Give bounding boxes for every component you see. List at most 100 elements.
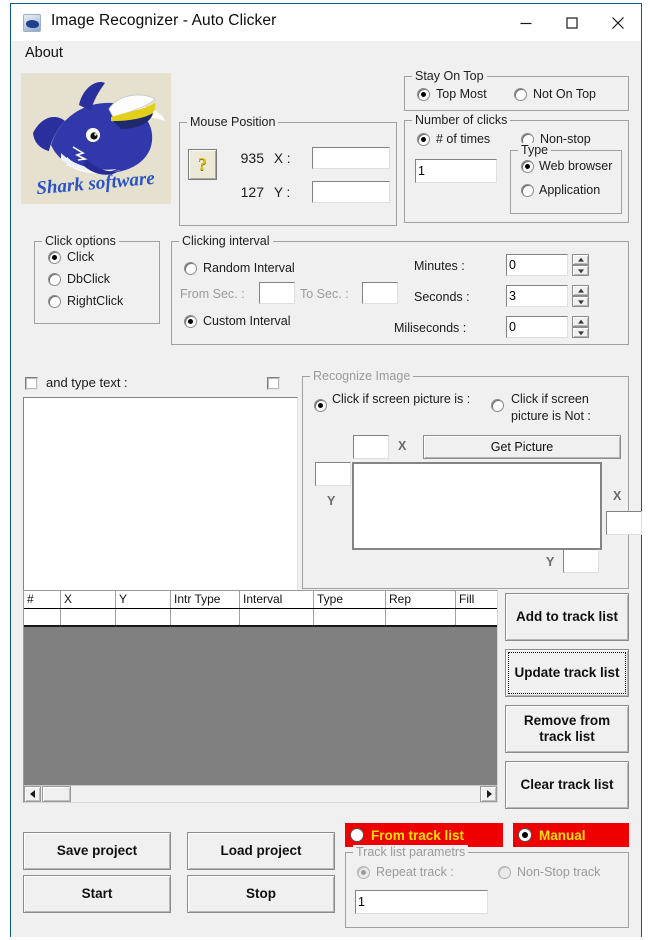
- secondary-option-checkbox[interactable]: [267, 377, 280, 390]
- get-picture-button[interactable]: Get Picture: [423, 435, 621, 459]
- recognize-image-group: Recognize Image Click if screen picture …: [302, 369, 642, 589]
- label-dbclick: DbClick: [67, 272, 111, 286]
- minutes-spinner-down[interactable]: [572, 265, 589, 276]
- minutes-spinner[interactable]: [572, 254, 589, 276]
- miliseconds-spinner-up[interactable]: [572, 316, 589, 327]
- picture-left-y-input[interactable]: [315, 462, 351, 486]
- label-miliseconds: Miliseconds :: [394, 321, 467, 335]
- update-track-list-button[interactable]: Update track list: [505, 649, 629, 697]
- click-count-input[interactable]: [415, 159, 497, 183]
- manual-mode-button[interactable]: Manual: [513, 823, 629, 847]
- add-to-track-list-button[interactable]: Add to track list: [505, 593, 629, 641]
- remove-from-track-list-button[interactable]: Remove from track list: [505, 705, 629, 753]
- radio-rightclick[interactable]: [48, 295, 61, 308]
- track-list-hscrollbar[interactable]: [24, 785, 497, 802]
- seconds-spinner-down[interactable]: [572, 296, 589, 307]
- clear-track-list-button[interactable]: Clear track list: [505, 761, 629, 809]
- label-to-sec: To Sec. :: [300, 287, 349, 301]
- track-list-parameters-title: Track list parametrs: [353, 845, 469, 859]
- miliseconds-spinner-down[interactable]: [572, 327, 589, 338]
- repeat-track-input[interactable]: [355, 890, 488, 914]
- from-track-list-radio[interactable]: [350, 828, 364, 842]
- number-of-clicks-title: Number of clicks: [412, 113, 511, 127]
- minutes-spinner-up[interactable]: [572, 254, 589, 265]
- radio-repeat-track[interactable]: [357, 866, 370, 879]
- minimize-button[interactable]: [503, 4, 549, 41]
- radio-not-on-top[interactable]: [514, 88, 527, 101]
- mouse-x-input[interactable]: [312, 147, 390, 169]
- seconds-input[interactable]: [506, 285, 568, 307]
- radio-web-browser[interactable]: [521, 160, 534, 173]
- cell-rep[interactable]: [386, 609, 456, 625]
- help-button[interactable]: ?: [188, 149, 217, 180]
- cell-intr-type[interactable]: [171, 609, 240, 625]
- maximize-button[interactable]: [549, 4, 595, 41]
- miliseconds-input[interactable]: [506, 316, 568, 338]
- and-type-text-checkbox[interactable]: [25, 377, 38, 390]
- column-header-number: #: [24, 591, 61, 608]
- shark-software-logo: Shark software: [21, 73, 171, 204]
- picture-bottom-y-input[interactable]: [563, 549, 599, 573]
- column-header-y: Y: [116, 591, 171, 608]
- radio-number-of-times[interactable]: [417, 133, 430, 146]
- column-header-type: Type: [314, 591, 386, 608]
- radio-picture-is[interactable]: [314, 399, 327, 412]
- picture-right-x-label: X: [613, 489, 622, 503]
- to-sec-input[interactable]: [362, 282, 398, 304]
- from-track-list-mode-button[interactable]: From track list: [345, 823, 503, 847]
- number-of-clicks-group: Number of clicks # of times Non-stop Typ…: [404, 113, 629, 223]
- window-title: Image Recognizer - Auto Clicker: [51, 12, 277, 29]
- cell-x[interactable]: [61, 609, 116, 625]
- manual-label: Manual: [539, 827, 586, 843]
- mouse-y-label: Y :: [274, 185, 291, 200]
- save-project-button[interactable]: Save project: [23, 832, 171, 870]
- hscrollbar-thumb[interactable]: [42, 786, 71, 802]
- from-sec-input[interactable]: [259, 282, 295, 304]
- triangle-right-icon[interactable]: [480, 786, 497, 802]
- radio-picture-is-not[interactable]: [491, 399, 504, 412]
- click-options-group: Click options Click DbClick RightClick: [34, 234, 160, 324]
- column-header-x: X: [61, 591, 116, 608]
- close-button[interactable]: [595, 4, 641, 41]
- menu-item-about[interactable]: About: [21, 44, 67, 62]
- label-repeat-track: Repeat track :: [376, 865, 454, 879]
- column-header-rep: Rep: [386, 591, 456, 608]
- cell-number[interactable]: [24, 609, 61, 625]
- picture-preview[interactable]: [352, 462, 602, 550]
- radio-application[interactable]: [521, 184, 534, 197]
- seconds-spinner[interactable]: [572, 285, 589, 307]
- title-bar: Image Recognizer - Auto Clicker: [11, 4, 641, 41]
- recognize-image-title: Recognize Image: [310, 369, 414, 383]
- radio-random-interval[interactable]: [184, 262, 197, 275]
- cell-y[interactable]: [116, 609, 171, 625]
- radio-non-stop-track[interactable]: [498, 866, 511, 879]
- clicking-interval-title: Clicking interval: [179, 234, 273, 248]
- label-top-most: Top Most: [436, 87, 487, 101]
- start-button[interactable]: Start: [23, 875, 171, 913]
- triangle-left-icon[interactable]: [24, 786, 41, 802]
- miliseconds-spinner[interactable]: [572, 316, 589, 338]
- cell-fill[interactable]: [456, 609, 497, 625]
- cell-interval[interactable]: [240, 609, 314, 625]
- radio-click[interactable]: [48, 251, 61, 264]
- label-picture-is: Click if screen picture is :: [332, 392, 471, 406]
- minutes-input[interactable]: [506, 254, 568, 276]
- manual-radio[interactable]: [518, 828, 532, 842]
- picture-right-x-input[interactable]: [606, 511, 642, 535]
- stop-button[interactable]: Stop: [187, 875, 335, 913]
- click-options-title: Click options: [42, 234, 119, 248]
- picture-top-x-input[interactable]: [353, 435, 389, 459]
- radio-top-most[interactable]: [417, 88, 430, 101]
- seconds-spinner-up[interactable]: [572, 285, 589, 296]
- track-list-grid[interactable]: # X Y Intr Type Interval Type Rep Fill: [23, 590, 498, 803]
- label-non-stop-track: Non-Stop track: [517, 865, 601, 879]
- radio-dbclick[interactable]: [48, 273, 61, 286]
- track-list-empty-row[interactable]: [24, 609, 497, 625]
- track-list-body[interactable]: [24, 625, 497, 785]
- load-project-button[interactable]: Load project: [187, 832, 335, 870]
- mouse-y-input[interactable]: [312, 181, 390, 203]
- mouse-position-title: Mouse Position: [187, 115, 279, 129]
- radio-custom-interval[interactable]: [184, 315, 197, 328]
- picture-top-x-label: X: [398, 439, 407, 453]
- cell-type[interactable]: [314, 609, 386, 625]
